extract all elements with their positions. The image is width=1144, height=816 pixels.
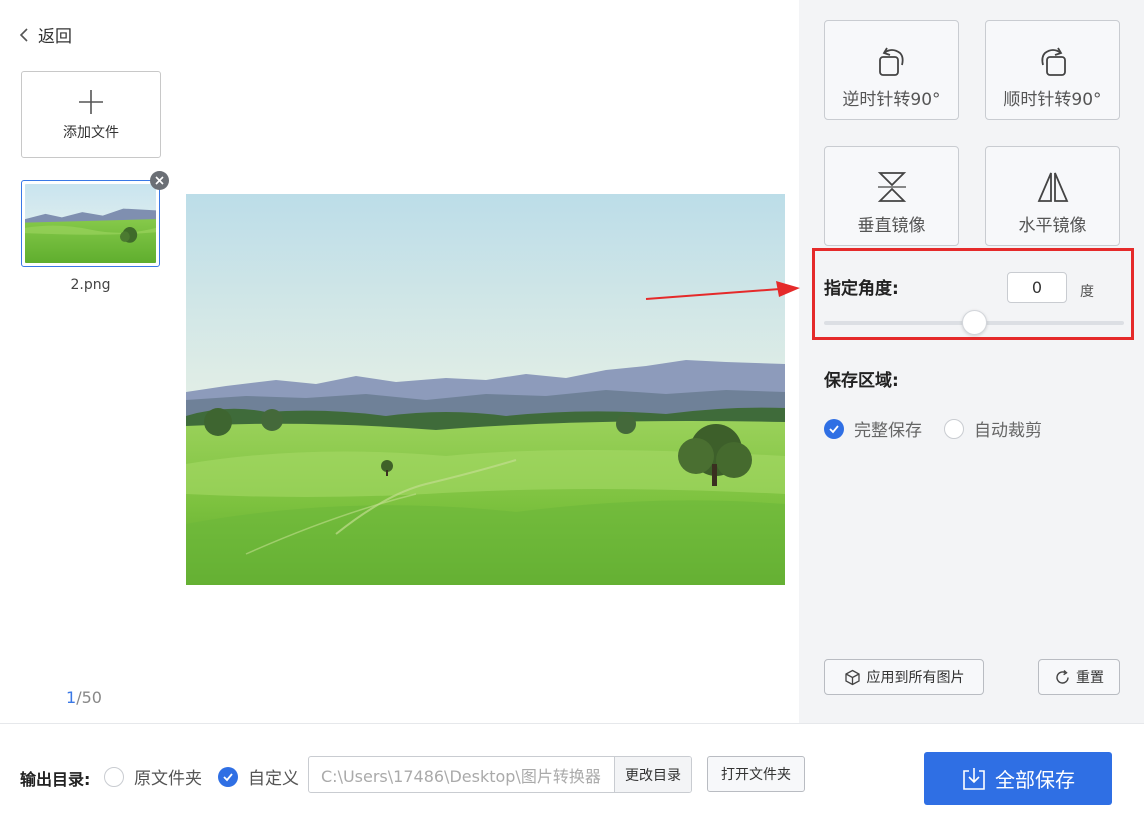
reset-label: 重置 — [1076, 670, 1104, 686]
plus-icon — [79, 89, 103, 114]
save-full-option[interactable]: 完整保存 — [824, 416, 922, 441]
flip-vertical-icon — [877, 172, 906, 202]
image-rotate-editor: 返回 添加文件 2.png 1/50 逆时针转90° 顺时针转90° 垂直镜像 … — [0, 0, 1144, 816]
output-path-text: C:\Users\17486\Desktop\图片转换器 — [321, 766, 601, 786]
angle-unit: 度 — [1080, 284, 1094, 300]
custom-folder-label: 自定义 — [248, 769, 299, 789]
add-file-button[interactable]: 添加文件 — [21, 71, 161, 158]
file-thumbnail[interactable] — [21, 180, 160, 267]
radio-checked-icon — [218, 766, 238, 787]
rotate-ccw-label: 逆时针转90° — [842, 90, 941, 110]
rotate-cw-label: 顺时针转90° — [1003, 90, 1102, 110]
original-folder-label: 原文件夹 — [134, 769, 202, 789]
flip-vertical-button[interactable]: 垂直镜像 — [824, 146, 959, 246]
apply-all-button[interactable]: 应用到所有图片 — [824, 659, 984, 695]
angle-slider-handle[interactable] — [962, 310, 987, 335]
save-full-label: 完整保存 — [854, 421, 922, 441]
save-all-button[interactable]: 全部保存 — [924, 752, 1112, 805]
rotate-cw-icon — [1040, 47, 1066, 76]
angle-label: 指定角度: — [824, 279, 899, 299]
page-counter: 1/50 — [66, 688, 102, 707]
change-dir-button[interactable]: 更改目录 — [614, 757, 691, 792]
custom-folder-option[interactable]: 自定义 — [218, 764, 299, 789]
output-bar: 输出目录: 原文件夹 自定义 C:\Users\17486\Desktop\图片… — [0, 723, 1144, 816]
chevron-left-icon — [19, 27, 28, 42]
flip-vertical-label: 垂直镜像 — [857, 216, 926, 236]
page-total: /50 — [76, 688, 102, 707]
radio-unchecked-icon — [944, 418, 964, 439]
flip-horizontal-button[interactable]: 水平镜像 — [985, 146, 1120, 246]
save-all-label: 全部保存 — [995, 768, 1075, 792]
save-area-label: 保存区域: — [824, 371, 899, 391]
rotate-cw-button[interactable]: 顺时针转90° — [985, 20, 1120, 120]
flip-horizontal-label: 水平镜像 — [1018, 216, 1087, 236]
open-folder-button[interactable]: 打开文件夹 — [707, 756, 805, 792]
file-name: 2.png — [70, 277, 111, 293]
back-label: 返回 — [38, 27, 72, 47]
download-icon — [963, 767, 985, 790]
image-preview — [186, 194, 785, 585]
output-dir-label: 输出目录: — [20, 770, 91, 789]
output-path-field[interactable]: C:\Users\17486\Desktop\图片转换器 更改目录 — [308, 756, 692, 793]
reset-button[interactable]: 重置 — [1038, 659, 1120, 695]
angle-input[interactable] — [1007, 272, 1067, 303]
rotate-ccw-icon — [878, 47, 904, 76]
thumbnail-image — [25, 184, 156, 263]
cube-icon — [844, 669, 860, 685]
original-folder-option[interactable]: 原文件夹 — [104, 764, 202, 789]
back-button[interactable]: 返回 — [18, 22, 72, 47]
refresh-icon — [1056, 669, 1069, 684]
radio-checked-icon — [824, 418, 844, 439]
rotate-ccw-button[interactable]: 逆时针转90° — [824, 20, 959, 120]
remove-file-button[interactable] — [150, 171, 169, 190]
apply-all-label: 应用到所有图片 — [866, 670, 965, 686]
auto-crop-option[interactable]: 自动裁剪 — [944, 416, 1042, 441]
radio-unchecked-icon — [104, 766, 124, 787]
page-current: 1 — [66, 688, 77, 707]
auto-crop-label: 自动裁剪 — [974, 421, 1042, 441]
red-arrow-annotation — [645, 281, 800, 300]
close-icon — [155, 176, 164, 185]
flip-horizontal-icon — [1037, 172, 1068, 202]
add-file-label: 添加文件 — [63, 124, 119, 141]
